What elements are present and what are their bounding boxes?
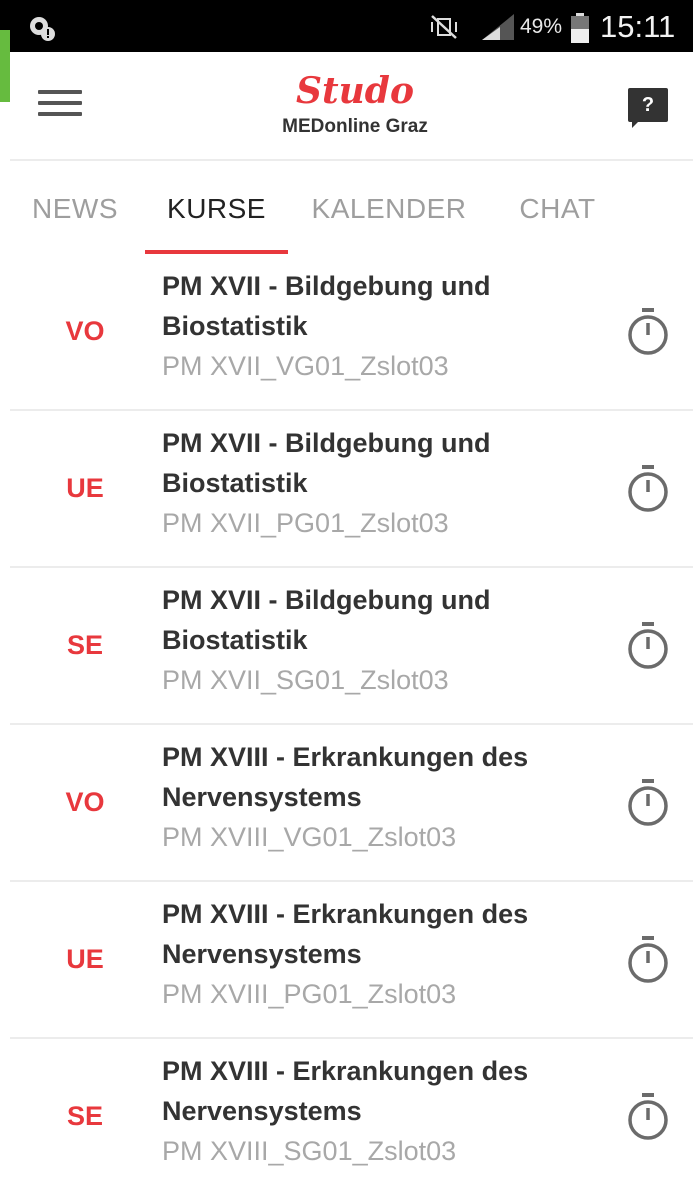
help-label: ? bbox=[628, 88, 668, 122]
tab-kalender[interactable]: KALENDER bbox=[300, 162, 478, 254]
stopwatch-icon[interactable] bbox=[624, 777, 672, 829]
course-code: PM XVII_SG01_Zslot03 bbox=[162, 665, 449, 695]
course-type-badge: UE bbox=[66, 944, 104, 974]
list-item[interactable]: UE PM XVII - Bildgebung und Biostatistik… bbox=[10, 411, 693, 568]
course-code: PM XVIII_SG01_Zslot03 bbox=[162, 1136, 457, 1166]
tab-kurse[interactable]: KURSE bbox=[145, 162, 288, 254]
course-title-line1: PM XVII - Bildgebung und bbox=[162, 271, 491, 301]
vibrate-mute-icon bbox=[431, 15, 457, 39]
course-type-badge: SE bbox=[66, 630, 104, 660]
tab-chat[interactable]: CHAT bbox=[505, 162, 610, 254]
course-title-line1: PM XVII - Bildgebung und bbox=[162, 428, 491, 458]
help-chat-icon[interactable]: ? bbox=[628, 88, 670, 130]
course-title-line1: PM XVIII - Erkrankungen des bbox=[162, 1056, 529, 1086]
signal-icon bbox=[482, 14, 514, 40]
header-divider bbox=[10, 159, 693, 161]
course-code: PM XVIII_PG01_Zslot03 bbox=[162, 979, 457, 1009]
list-item[interactable]: VO PM XVII - Bildgebung und Biostatistik… bbox=[10, 254, 693, 411]
list-item[interactable]: SE PM XVIII - Erkrankungen des Nervensys… bbox=[10, 1039, 693, 1194]
studo-logo: Studo bbox=[296, 70, 414, 112]
hamburger-menu-icon[interactable] bbox=[38, 90, 82, 124]
stopwatch-icon[interactable] bbox=[624, 463, 672, 515]
course-title-line2: Biostatistik bbox=[162, 311, 308, 341]
settings-alert-icon bbox=[30, 17, 55, 41]
course-code: PM XVII_PG01_Zslot03 bbox=[162, 508, 449, 538]
clock: 15:11 bbox=[600, 9, 676, 44]
battery-percent: 49% bbox=[520, 15, 563, 38]
course-type-badge: VO bbox=[65, 316, 105, 346]
stopwatch-icon[interactable] bbox=[624, 620, 672, 672]
university-subtitle: MEDonline Graz bbox=[282, 116, 428, 137]
course-type-badge: VO bbox=[65, 787, 105, 817]
notification-edge-tab[interactable] bbox=[0, 30, 10, 102]
tab-label: NEWS bbox=[32, 193, 118, 224]
course-code: PM XVII_VG01_Zslot03 bbox=[162, 351, 449, 381]
course-title-line2: Nervensystems bbox=[162, 939, 362, 969]
stopwatch-icon[interactable] bbox=[624, 306, 672, 358]
app-brand: Studo MEDonline Graz bbox=[250, 70, 460, 138]
stopwatch-icon[interactable] bbox=[624, 1091, 672, 1143]
list-item[interactable]: VO PM XVIII - Erkrankungen des Nervensys… bbox=[10, 725, 693, 882]
stopwatch-icon[interactable] bbox=[624, 934, 672, 986]
course-type-badge: SE bbox=[66, 1101, 104, 1131]
status-bar: 49% 15:11 bbox=[0, 0, 693, 52]
course-title-line1: PM XVIII - Erkrankungen des bbox=[162, 742, 529, 772]
course-list: VO PM XVII - Bildgebung und Biostatistik… bbox=[0, 254, 693, 1194]
course-title-line1: PM XVII - Bildgebung und bbox=[162, 585, 491, 615]
course-title-line2: Biostatistik bbox=[162, 625, 308, 655]
tab-label: KALENDER bbox=[311, 193, 467, 224]
tab-news[interactable]: NEWS bbox=[20, 162, 130, 254]
list-item[interactable]: SE PM XVII - Bildgebung und Biostatistik… bbox=[10, 568, 693, 725]
tab-bar: NEWS KURSE KALENDER CHAT bbox=[0, 162, 693, 254]
list-item[interactable]: UE PM XVIII - Erkrankungen des Nervensys… bbox=[10, 882, 693, 1039]
tab-label: KURSE bbox=[167, 193, 266, 224]
course-title-line2: Biostatistik bbox=[162, 468, 308, 498]
course-title-line2: Nervensystems bbox=[162, 782, 362, 812]
course-title-line2: Nervensystems bbox=[162, 1096, 362, 1126]
battery-icon bbox=[571, 13, 589, 43]
course-type-badge: UE bbox=[66, 473, 104, 503]
tab-label: CHAT bbox=[519, 193, 596, 224]
course-title-line1: PM XVIII - Erkrankungen des bbox=[162, 899, 529, 929]
course-code: PM XVIII_VG01_Zslot03 bbox=[162, 822, 457, 852]
